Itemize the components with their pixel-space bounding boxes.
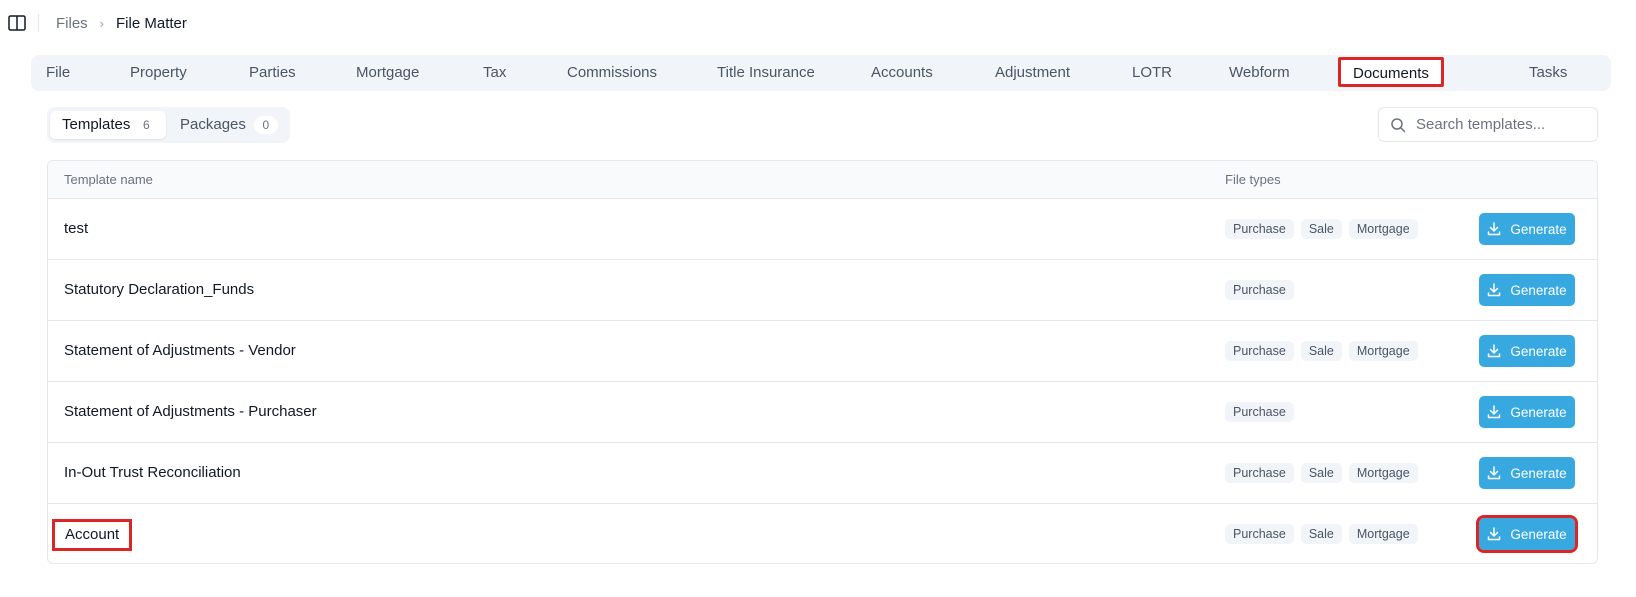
table-row: Account Purchase Sale Mortgage Generate — [48, 504, 1597, 563]
template-name: Statutory Declaration_Funds — [64, 281, 255, 298]
packages-count: 0 — [253, 116, 278, 134]
download-icon — [1488, 466, 1501, 480]
subtab-packages-label: Packages — [180, 116, 246, 133]
generate-button[interactable]: Generate — [1479, 457, 1575, 489]
generate-button-label: Generate — [1510, 404, 1567, 420]
file-type-badge: Purchase — [1225, 402, 1294, 422]
column-header-template-name: Template name — [64, 172, 153, 187]
generate-button-label: Generate — [1510, 221, 1567, 237]
file-type-badge: Sale — [1300, 341, 1342, 361]
topbar-divider — [38, 14, 39, 32]
tab-parties[interactable]: Parties — [249, 55, 296, 91]
tab-documents[interactable]: Documents — [1338, 57, 1444, 87]
templates-table: Template name File types test Purchase S… — [47, 160, 1598, 564]
generate-button-label: Generate — [1510, 526, 1567, 542]
generate-button-label: Generate — [1510, 465, 1567, 481]
tab-tasks[interactable]: Tasks — [1529, 55, 1567, 91]
file-types: Purchase Sale Mortgage — [1225, 524, 1418, 544]
tab-accounts[interactable]: Accounts — [871, 55, 933, 91]
search-templates-input[interactable] — [1414, 115, 1593, 134]
template-name: Statement of Adjustments - Vendor — [64, 342, 296, 359]
chevron-right-icon: › — [99, 15, 105, 31]
generate-button[interactable]: Generate — [1476, 515, 1578, 553]
template-name: Statement of Adjustments - Purchaser — [64, 403, 317, 420]
file-type-badge: Mortgage — [1348, 463, 1418, 483]
file-type-badge: Sale — [1300, 463, 1342, 483]
sidebar-toggle-icon[interactable] — [8, 15, 26, 31]
tab-lotr[interactable]: LOTR — [1132, 55, 1172, 91]
table-row: Statement of Adjustments - Vendor Purcha… — [48, 321, 1597, 382]
breadcrumb-files-link[interactable]: Files — [56, 15, 88, 32]
generate-button-label: Generate — [1510, 282, 1567, 298]
column-header-file-types: File types — [1225, 172, 1281, 187]
search-icon — [1391, 117, 1406, 132]
table-row: Statutory Declaration_Funds Purchase Gen… — [48, 260, 1597, 321]
generate-button[interactable]: Generate — [1479, 274, 1575, 306]
template-name: Account — [52, 519, 133, 551]
templates-count: 6 — [143, 118, 150, 132]
file-type-badge: Purchase — [1225, 341, 1294, 361]
file-type-badge: Sale — [1300, 524, 1342, 544]
file-type-badge: Sale — [1300, 219, 1342, 239]
subtab-templates[interactable]: Templates 6 — [50, 111, 167, 139]
file-type-badge: Mortgage — [1348, 341, 1418, 361]
table-row: test Purchase Sale Mortgage Generate — [48, 199, 1597, 260]
tab-file[interactable]: File — [46, 55, 70, 91]
search-box — [1378, 107, 1598, 142]
download-icon — [1488, 344, 1501, 358]
tab-tax[interactable]: Tax — [483, 55, 506, 91]
file-types: Purchase Sale Mortgage — [1225, 341, 1418, 361]
template-name: In-Out Trust Reconciliation — [64, 464, 241, 481]
subtab-templates-label: Templates — [62, 116, 131, 133]
download-icon — [1488, 527, 1501, 541]
breadcrumb: Files › File Matter — [56, 13, 187, 33]
generate-button[interactable]: Generate — [1479, 396, 1575, 428]
download-icon — [1488, 222, 1501, 236]
generate-button[interactable]: Generate — [1479, 213, 1575, 245]
generate-button-label: Generate — [1510, 343, 1567, 359]
document-subtabs: Templates 6 Packages 0 — [47, 107, 290, 143]
tab-adjustment[interactable]: Adjustment — [995, 55, 1070, 91]
file-type-badge: Mortgage — [1348, 524, 1418, 544]
file-type-badge: Purchase — [1225, 463, 1294, 483]
file-types: Purchase — [1225, 402, 1294, 422]
tab-mortgage[interactable]: Mortgage — [356, 55, 419, 91]
top-bar: Files › File Matter — [0, 0, 1636, 46]
file-type-badge: Mortgage — [1348, 219, 1418, 239]
file-types: Purchase Sale Mortgage — [1225, 463, 1418, 483]
breadcrumb-current: File Matter — [116, 14, 187, 32]
download-icon — [1488, 283, 1501, 297]
generate-button[interactable]: Generate — [1479, 335, 1575, 367]
file-types: Purchase Sale Mortgage — [1225, 219, 1418, 239]
file-type-badge: Purchase — [1225, 524, 1294, 544]
tab-webform[interactable]: Webform — [1229, 55, 1290, 91]
tab-commissions[interactable]: Commissions — [567, 55, 657, 91]
tab-property[interactable]: Property — [130, 55, 187, 91]
table-row: In-Out Trust Reconciliation Purchase Sal… — [48, 443, 1597, 504]
template-name: test — [64, 220, 89, 237]
table-row: Statement of Adjustments - Purchaser Pur… — [48, 382, 1597, 443]
file-type-badge: Purchase — [1225, 280, 1294, 300]
tab-title-insurance[interactable]: Title Insurance — [717, 55, 815, 91]
file-type-badge: Purchase — [1225, 219, 1294, 239]
file-tabs: File Property Parties Mortgage Tax Commi… — [31, 55, 1611, 91]
subtab-packages[interactable]: Packages 0 — [168, 111, 290, 139]
file-types: Purchase — [1225, 280, 1294, 300]
download-icon — [1488, 405, 1501, 419]
table-header: Template name File types — [48, 161, 1597, 199]
